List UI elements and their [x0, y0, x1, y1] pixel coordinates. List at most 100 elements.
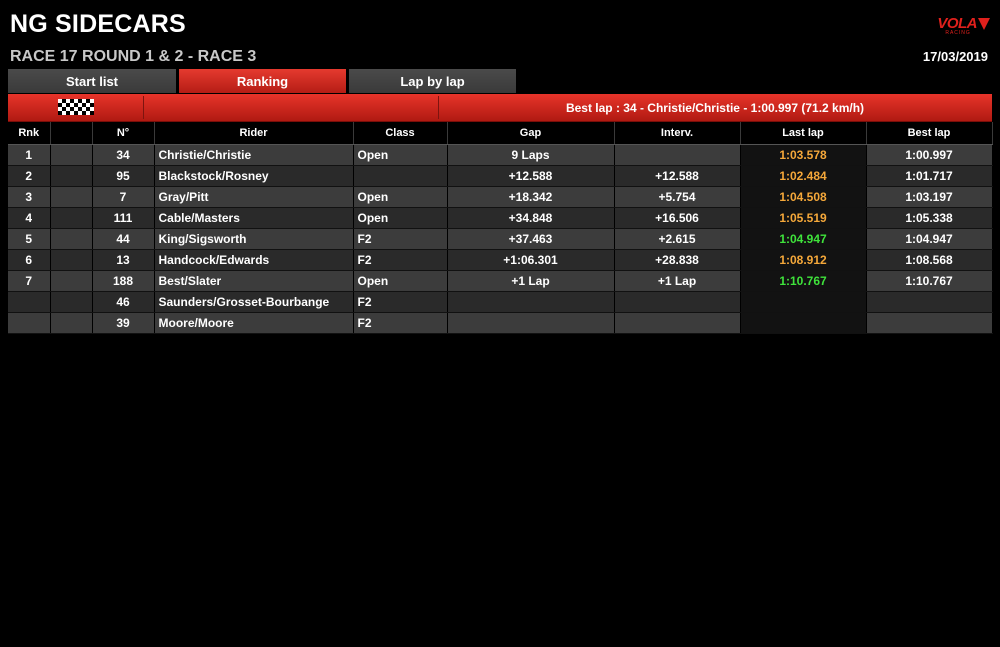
cell-best-lap: 1:03.197 — [866, 186, 993, 208]
cell-rider: King/Sigsworth — [154, 228, 354, 250]
cell-rank: 7 — [8, 270, 51, 292]
tab-ranking[interactable]: Ranking — [179, 69, 346, 93]
cell-best-lap: 1:00.997 — [866, 144, 993, 166]
cell-class: Open — [353, 144, 448, 166]
col-header-blank — [50, 122, 93, 145]
cell-rider: Christie/Christie — [154, 144, 354, 166]
table-row[interactable]: 39 Moore/Moore F2 — [8, 312, 993, 334]
table-row[interactable]: 7 188 Best/Slater Open +1 Lap +1 Lap 1:10.767 1… — [8, 270, 993, 292]
col-header-interval: Interv. — [614, 122, 741, 145]
logo-subtext: RACING — [945, 30, 971, 36]
cell-gap: 9 Laps — [447, 144, 615, 166]
banner-divider — [143, 96, 144, 119]
cell-last-lap — [740, 291, 867, 313]
cell-class: Open — [353, 207, 448, 229]
vola-logo: VOLA RACING — [937, 15, 990, 36]
cell-interval: +2.615 — [614, 228, 741, 250]
cell-rider: Blackstock/Rosney — [154, 165, 354, 187]
cell-number: 95 — [92, 165, 155, 187]
cell-rider: Saunders/Grosset-Bourbange — [154, 291, 354, 313]
col-header-last-lap: Last lap — [740, 122, 867, 145]
cell-gap — [447, 312, 615, 334]
cell-last-lap: 1:04.508 — [740, 186, 867, 208]
race-date: 17/03/2019 — [922, 49, 988, 64]
cell-blank — [50, 165, 93, 187]
page-title: NG SIDECARS — [10, 10, 186, 38]
cell-last-lap: 1:04.947 — [740, 228, 867, 250]
cell-last-lap: 1:08.912 — [740, 249, 867, 271]
cell-best-lap: 1:05.338 — [866, 207, 993, 229]
cell-gap: +37.463 — [447, 228, 615, 250]
cell-number: 111 — [92, 207, 155, 229]
cell-interval — [614, 291, 741, 313]
table-row[interactable]: 3 7 Gray/Pitt Open +18.342 +5.754 1:04.508 1:03… — [8, 186, 993, 208]
cell-interval — [614, 144, 741, 166]
cell-blank — [50, 270, 93, 292]
cell-class: Open — [353, 186, 448, 208]
cell-rider: Cable/Masters — [154, 207, 354, 229]
table-row[interactable]: 4 111 Cable/Masters Open +34.848 +16.506 1:05.… — [8, 207, 993, 229]
cell-blank — [50, 207, 93, 229]
cell-gap: +12.588 — [447, 165, 615, 187]
cell-last-lap: 1:10.767 — [740, 270, 867, 292]
cell-last-lap: 1:03.578 — [740, 144, 867, 166]
cell-interval — [614, 312, 741, 334]
table-row[interactable]: 1 34 Christie/Christie Open 9 Laps 1:03.578 1:… — [8, 144, 993, 166]
cell-blank — [50, 228, 93, 250]
col-header-best-lap: Best lap — [866, 122, 993, 145]
cell-rider: Moore/Moore — [154, 312, 354, 334]
cell-class: F2 — [353, 312, 448, 334]
cell-class: F2 — [353, 291, 448, 313]
checkered-flag-icon — [58, 99, 94, 115]
cell-rider: Gray/Pitt — [154, 186, 354, 208]
cell-class: F2 — [353, 228, 448, 250]
cell-gap: +34.848 — [447, 207, 615, 229]
cell-last-lap — [740, 312, 867, 334]
col-header-rank: Rnk — [8, 122, 51, 145]
table-header-row: Rnk N° Rider Class Gap Interv. Last lap … — [8, 122, 993, 145]
cell-rank: 4 — [8, 207, 51, 229]
cell-class: F2 — [353, 249, 448, 271]
cell-interval: +5.754 — [614, 186, 741, 208]
cell-rider: Best/Slater — [154, 270, 354, 292]
cell-number: 7 — [92, 186, 155, 208]
col-header-rider: Rider — [154, 122, 354, 145]
cell-rank: 5 — [8, 228, 51, 250]
cell-number: 13 — [92, 249, 155, 271]
cell-gap: +18.342 — [447, 186, 615, 208]
cell-number: 34 — [92, 144, 155, 166]
cell-number: 188 — [92, 270, 155, 292]
cell-best-lap — [866, 291, 993, 313]
cell-blank — [50, 291, 93, 313]
cell-last-lap: 1:02.484 — [740, 165, 867, 187]
cell-number: 44 — [92, 228, 155, 250]
table-row[interactable]: 5 44 King/Sigsworth F2 +37.463 +2.615 1:04.947… — [8, 228, 993, 250]
cell-rider: Handcock/Edwards — [154, 249, 354, 271]
table-row[interactable]: 46 Saunders/Grosset-Bourbange F2 — [8, 291, 993, 313]
tab-lap-by-lap[interactable]: Lap by lap — [349, 69, 516, 93]
table-row[interactable]: 2 95 Blackstock/Rosney +12.588 +12.588 1:02.4… — [8, 165, 993, 187]
tab-start-list[interactable]: Start list — [8, 69, 176, 93]
cell-interval: +1 Lap — [614, 270, 741, 292]
cell-gap: +1 Lap — [447, 270, 615, 292]
best-lap-info: Best lap : 34 - Christie/Christie - 1:00… — [565, 100, 865, 115]
col-header-class: Class — [353, 122, 448, 145]
col-header-gap: Gap — [447, 122, 615, 145]
race-status-banner: Best lap : 34 - Christie/Christie - 1:00… — [8, 94, 992, 122]
cell-class — [353, 165, 448, 187]
cell-interval: +28.838 — [614, 249, 741, 271]
cell-best-lap: 1:10.767 — [866, 270, 993, 292]
cell-number: 39 — [92, 312, 155, 334]
cell-best-lap: 1:01.717 — [866, 165, 993, 187]
cell-rank — [8, 291, 51, 313]
cell-gap — [447, 291, 615, 313]
cell-best-lap: 1:08.568 — [866, 249, 993, 271]
ranking-table: Rnk N° Rider Class Gap Interv. Last lap … — [8, 122, 993, 334]
cell-gap: +1:06.301 — [447, 249, 615, 271]
cell-rank: 2 — [8, 165, 51, 187]
cell-rank — [8, 312, 51, 334]
col-header-number: N° — [92, 122, 155, 145]
table-row[interactable]: 6 13 Handcock/Edwards F2 +1:06.301 +28.838 1:0… — [8, 249, 993, 271]
cell-number: 46 — [92, 291, 155, 313]
cell-best-lap — [866, 312, 993, 334]
